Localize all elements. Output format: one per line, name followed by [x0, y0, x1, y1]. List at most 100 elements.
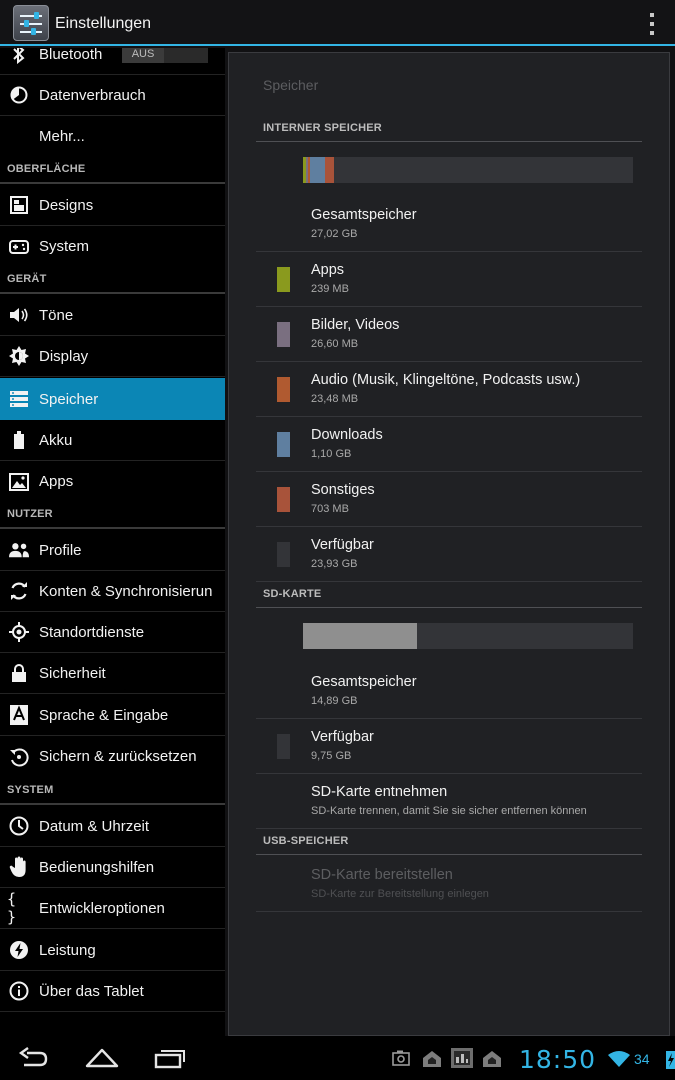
- braces-icon: { }: [7, 890, 17, 926]
- home-icon[interactable]: [85, 1046, 119, 1070]
- storage-row-title: Verfügbar: [311, 729, 374, 745]
- sidebar-item-label: Über das Tablet: [39, 982, 144, 1000]
- storage-bar-segment: [310, 157, 325, 183]
- sidebar-item-mehr[interactable]: Mehr...: [0, 116, 225, 157]
- performance-icon: [9, 940, 29, 960]
- battery-icon: [9, 430, 29, 450]
- storage-row-value: 26,60 MB: [311, 338, 359, 350]
- storage-row[interactable]: Gesamtspeicher 14,89 GB: [256, 664, 642, 719]
- color-swatch: [277, 487, 290, 512]
- storage-row-title: Gesamtspeicher: [311, 674, 417, 690]
- clock-icon: [9, 816, 29, 836]
- status-clock: 18:50: [519, 1045, 597, 1074]
- storage-row[interactable]: Audio (Musik, Klingeltöne, Podcasts usw.…: [256, 362, 642, 417]
- sidebar-item-label: Datenverbrauch: [39, 86, 146, 104]
- storage-row-title: Downloads: [311, 427, 383, 443]
- sidebar-item-display[interactable]: Display: [0, 336, 225, 377]
- sidebar-item-label: Speicher: [39, 390, 99, 408]
- sidebar-item-label: Datum & Uhrzeit: [39, 817, 150, 835]
- back-icon[interactable]: [18, 1046, 50, 1070]
- overflow-menu-icon[interactable]: [649, 13, 655, 35]
- sidebar-item-akku[interactable]: Akku: [0, 420, 225, 461]
- storage-row-value: 14,89 GB: [311, 695, 358, 707]
- section-label: USB-SPEICHER: [263, 835, 349, 847]
- storage-row[interactable]: Downloads 1,10 GB: [256, 417, 642, 472]
- designs-icon: [9, 195, 29, 215]
- sidebar-item-datum[interactable]: Datum & Uhrzeit: [0, 806, 225, 847]
- sidebar-item-sprache[interactable]: Sprache & Eingabe: [0, 695, 225, 736]
- bluetooth-toggle[interactable]: AUS: [122, 48, 208, 63]
- sidebar-item-label: Sprache & Eingabe: [39, 706, 169, 724]
- sidebar-item-apps[interactable]: Apps: [0, 461, 225, 502]
- section-label: SD-KARTE: [263, 588, 322, 600]
- sidebar-item-sicherheit[interactable]: Sicherheit: [0, 653, 225, 694]
- storage-row[interactable]: Apps 239 MB: [256, 252, 642, 307]
- storage-bar-segment: [325, 157, 334, 183]
- sidebar-section-geraet: GERÄT: [0, 267, 225, 294]
- storage-panel: Speicher INTERNER SPEICHER Gesamtspeiche…: [228, 52, 670, 1036]
- storage-row[interactable]: SD-Karte entnehmen SD-Karte trennen, dami…: [256, 774, 642, 829]
- sidebar-item-entwickler[interactable]: { } Entwickleroptionen: [0, 888, 225, 929]
- storage-row-title: Apps: [311, 262, 345, 278]
- section-label: SYSTEM: [7, 784, 54, 796]
- sidebar-item-label: Akku: [39, 431, 73, 449]
- brightness-icon: [9, 346, 29, 366]
- storage-row-title: SD-Karte bereitstellen: [311, 867, 453, 883]
- data-usage-icon: [9, 85, 29, 105]
- sidebar-item-ueber[interactable]: Über das Tablet: [0, 971, 225, 1012]
- storage-icon: [9, 389, 29, 409]
- internal-storage-bar: [303, 157, 633, 183]
- sidebar-item-leistung[interactable]: Leistung: [0, 930, 225, 971]
- section-internal-storage: INTERNER SPEICHER: [256, 114, 642, 142]
- color-swatch: [277, 542, 290, 567]
- sidebar-item-designs[interactable]: Designs: [0, 185, 225, 226]
- storage-row[interactable]: Gesamtspeicher 27,02 GB: [256, 197, 642, 252]
- hand-icon: [9, 856, 29, 877]
- action-bar: Einstellungen: [0, 0, 675, 46]
- language-icon: [9, 705, 29, 725]
- sidebar-item-konten[interactable]: Konten & Synchronisierun: [0, 571, 225, 612]
- storage-row[interactable]: Sonstiges 703 MB: [256, 472, 642, 527]
- sidebar-item-sichern[interactable]: Sichern & zurücksetzen: [0, 736, 225, 777]
- sync-icon: [9, 581, 29, 601]
- sidebar-item-standort[interactable]: Standortdienste: [0, 612, 225, 653]
- color-swatch: [277, 734, 290, 759]
- sidebar-item-label: Standortdienste: [39, 623, 145, 641]
- sidebar-item-profile[interactable]: Profile: [0, 530, 225, 571]
- storage-row-value: 23,93 GB: [311, 558, 358, 570]
- sidebar-item-datenverbrauch[interactable]: Datenverbrauch: [0, 75, 225, 116]
- storage-bar-segment: [303, 623, 417, 649]
- sidebar-item-label: Sicherheit: [39, 664, 106, 682]
- page-title: Speicher: [263, 77, 319, 93]
- storage-row-title: SD-Karte entnehmen: [311, 784, 448, 800]
- gamepad-icon: [9, 237, 29, 257]
- storage-row[interactable]: Bilder, Videos 26,60 MB: [256, 307, 642, 362]
- sidebar-item-label: Entwickleroptionen: [39, 899, 165, 917]
- sidebar-item-bedienungshilfen[interactable]: Bedienungshilfen: [0, 847, 225, 888]
- storage-row[interactable]: SD-Karte bereitstellen SD-Karte zur Berei…: [256, 857, 642, 912]
- profiles-icon: [9, 540, 29, 560]
- section-sd-card: SD-KARTE: [256, 580, 642, 608]
- sidebar-item-label: Mehr...: [39, 128, 85, 145]
- screenshot-icon: [451, 1048, 473, 1068]
- storage-row[interactable]: Verfügbar 9,75 GB: [256, 719, 642, 774]
- camera-icon: [392, 1050, 410, 1066]
- lock-icon: [9, 663, 29, 683]
- sidebar-item-label: Bedienungshilfen: [39, 858, 155, 876]
- sidebar-item-system[interactable]: System: [0, 226, 225, 267]
- sidebar-item-label: Profile: [39, 541, 82, 559]
- section-label: GERÄT: [7, 273, 47, 285]
- section-label: INTERNER SPEICHER: [263, 122, 382, 134]
- location-icon: [9, 622, 29, 642]
- storage-row-value: 27,02 GB: [311, 228, 358, 240]
- settings-sliders-icon[interactable]: [13, 5, 49, 41]
- storage-row[interactable]: Verfügbar 23,93 GB: [256, 527, 642, 582]
- color-swatch: [277, 322, 290, 347]
- sidebar-item-toene[interactable]: Töne: [0, 295, 225, 336]
- sidebar-item-speicher[interactable]: Speicher: [0, 378, 225, 420]
- storage-row-value: 703 MB: [311, 503, 349, 515]
- sidebar-item-label: System: [39, 238, 90, 255]
- system-nav-bar: 18:50 34: [0, 1036, 675, 1080]
- recents-icon[interactable]: [154, 1046, 186, 1070]
- notification-icon: [423, 1051, 441, 1067]
